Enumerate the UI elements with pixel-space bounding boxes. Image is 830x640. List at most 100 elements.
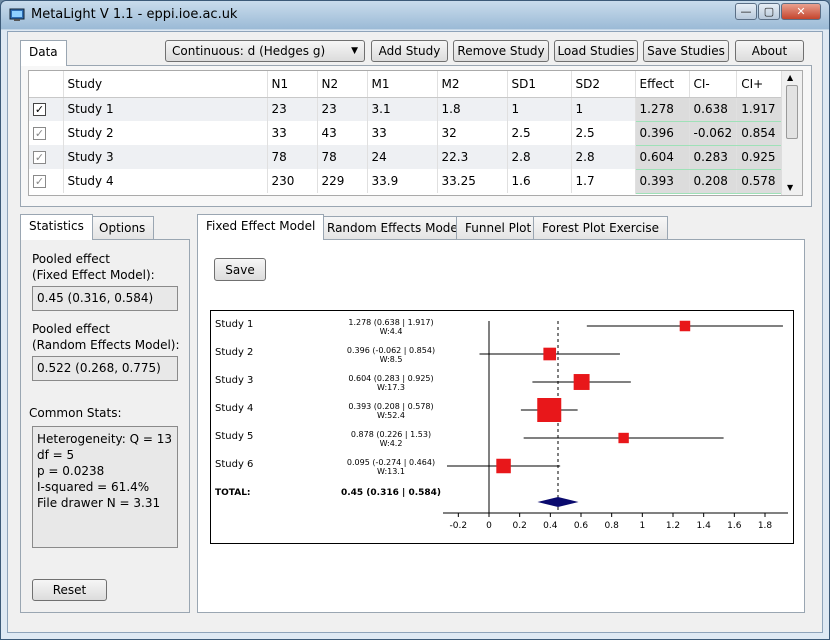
table-row[interactable]: ✓ Study 3 78 78 24 22.3 2.8 2.8 0.604 0.283 0.925 xyxy=(29,145,783,170)
column-header-4[interactable]: M1 xyxy=(367,71,438,98)
p-value-text: p = 0.0238 xyxy=(37,464,105,478)
grid-cell[interactable]: 2.5 xyxy=(507,121,572,145)
tab-statistics[interactable]: Statistics xyxy=(20,214,93,240)
table-row[interactable]: ✓ Study 1 23 23 3.1 1.8 1 1 1.278 0.638 1.917 xyxy=(29,97,783,122)
grid-cell: 0.854 xyxy=(736,121,783,146)
pooled-fixed-value: 0.45 (0.316, 0.584) xyxy=(32,286,178,311)
column-header-10[interactable]: CI+ xyxy=(736,71,783,98)
save-plot-button[interactable]: Save xyxy=(214,258,266,281)
forest-plot-svg: Study 1 1.278 (0.638 | 1.917)W:4.4 Study 2… xyxy=(215,318,788,531)
grid-cell[interactable]: 32 xyxy=(437,121,508,145)
study-weight-text: W:13.1 xyxy=(377,467,405,476)
statistics-panel: Pooled effect (Fixed Effect Model): 0.45… xyxy=(20,239,190,613)
row-checkbox-cell: ✓ xyxy=(29,121,64,145)
grid-cell[interactable]: 2.5 xyxy=(571,121,636,145)
grid-cell[interactable]: 22.3 xyxy=(437,145,508,169)
study-table: Study N1 N2 M1 M2 SD1 SD2 Effect CI- CI+ ✓ Study 1… xyxy=(29,71,783,194)
grid-cell[interactable]: 33.9 xyxy=(367,169,438,193)
grid-cell: 0.638 xyxy=(689,97,738,122)
study-weight-text: W:4.4 xyxy=(380,327,403,336)
x-tick-label: 0 xyxy=(486,521,492,531)
column-header-9[interactable]: CI- xyxy=(689,71,738,98)
column-header-2[interactable]: N1 xyxy=(267,71,318,98)
x-tick-label: 0.2 xyxy=(513,521,527,531)
load-studies-button[interactable]: Load Studies xyxy=(554,40,638,62)
grid-cell[interactable]: 78 xyxy=(267,145,318,169)
grid-cell[interactable]: 1.7 xyxy=(571,169,636,193)
remove-study-button[interactable]: Remove Study xyxy=(453,40,549,62)
grid-cell[interactable]: 1 xyxy=(571,97,636,121)
chevron-down-icon: ▼ xyxy=(351,46,358,56)
grid-cell[interactable]: 23 xyxy=(267,97,318,121)
grid-cell[interactable]: 43 xyxy=(317,121,368,145)
column-header-1[interactable]: Study xyxy=(63,71,268,98)
x-tick-label: 1.4 xyxy=(697,521,712,531)
column-header-5[interactable]: M2 xyxy=(437,71,508,98)
study-weight-text: W:4.2 xyxy=(380,439,403,448)
tab-fixed-effect-model[interactable]: Fixed Effect Model xyxy=(197,214,325,240)
grid-cell[interactable]: 33 xyxy=(367,121,438,145)
total-label: TOTAL: xyxy=(215,488,251,498)
grid-cell[interactable]: 1 xyxy=(507,97,572,121)
grid-scrollbar[interactable]: ▲ ▼ xyxy=(781,71,802,195)
grid-cell[interactable]: Study 4 xyxy=(63,169,268,193)
grid-cell[interactable]: 33.25 xyxy=(437,169,508,193)
grid-cell[interactable]: 229 xyxy=(317,169,368,193)
include-checkbox[interactable]: ✓ xyxy=(33,127,46,140)
grid-cell[interactable]: 230 xyxy=(267,169,318,193)
study-weight-text: W:52.4 xyxy=(377,411,405,420)
column-header-6[interactable]: SD1 xyxy=(507,71,572,98)
minimize-button[interactable]: — xyxy=(735,3,757,20)
tab-data[interactable]: Data xyxy=(20,40,67,66)
client-area: Data Continuous: d (Hedges g) ▼ Add Stud… xyxy=(7,31,823,633)
grid-cell[interactable]: Study 1 xyxy=(63,97,268,121)
grid-cell[interactable]: 78 xyxy=(317,145,368,169)
grid-cell: 0.578 xyxy=(736,169,783,194)
tab-forest-plot-exercise[interactable]: Forest Plot Exercise xyxy=(533,216,669,240)
study-grid[interactable]: Study N1 N2 M1 M2 SD1 SD2 Effect CI- CI+ ✓ Study 1… xyxy=(28,70,803,196)
grid-cell[interactable]: Study 2 xyxy=(63,121,268,145)
grid-cell[interactable]: 1.8 xyxy=(437,97,508,121)
grid-cell[interactable]: 23 xyxy=(317,97,368,121)
title-bar[interactable]: MetaLight V 1.1 - eppi.ioe.ac.uk — ▢ ✕ xyxy=(1,1,829,29)
grid-cell[interactable]: 2.8 xyxy=(507,145,572,169)
grid-cell[interactable]: 1.6 xyxy=(507,169,572,193)
tab-funnel-plot[interactable]: Funnel Plot xyxy=(456,216,541,240)
include-checkbox[interactable]: ✓ xyxy=(33,175,46,188)
window-title: MetaLight V 1.1 - eppi.ioe.ac.uk xyxy=(31,7,238,22)
maximize-button[interactable]: ▢ xyxy=(758,3,780,20)
about-button[interactable]: About xyxy=(735,40,804,62)
tab-options[interactable]: Options xyxy=(90,216,155,240)
tab-random-effects-model[interactable]: Random Effects Model xyxy=(318,216,471,240)
common-stats-label: Common Stats: xyxy=(29,406,122,420)
column-header-8[interactable]: Effect xyxy=(635,71,690,98)
i-squared-text: I-squared = 61.4% xyxy=(37,480,150,494)
forest-plot: Study 1 1.278 (0.638 | 1.917) W:4.4 Study 2… xyxy=(210,310,794,544)
outcome-type-select[interactable]: Continuous: d (Hedges g) ▼ xyxy=(165,40,365,62)
column-header-7[interactable]: SD2 xyxy=(571,71,636,98)
column-header-3[interactable]: N2 xyxy=(317,71,368,98)
close-button[interactable]: ✕ xyxy=(781,3,821,20)
scroll-thumb[interactable] xyxy=(786,85,798,139)
effect-marker xyxy=(537,398,562,422)
grid-cell[interactable]: 2.8 xyxy=(571,145,636,169)
grid-cell[interactable]: 33 xyxy=(267,121,318,145)
study-ci-text: 0.095 (-0.274 | 0.464) xyxy=(347,458,435,467)
pooled-random-label: Pooled effect xyxy=(32,322,110,336)
x-tick-label: 0.4 xyxy=(543,521,558,531)
reset-button[interactable]: Reset xyxy=(32,579,107,601)
include-checkbox[interactable]: ✓ xyxy=(33,103,46,117)
grid-cell[interactable]: Study 3 xyxy=(63,145,268,169)
add-study-button[interactable]: Add Study xyxy=(371,40,448,62)
study-label: Study 4 xyxy=(215,403,253,414)
column-header-0[interactable] xyxy=(29,71,64,98)
scroll-up-icon[interactable]: ▲ xyxy=(787,73,793,82)
include-checkbox[interactable]: ✓ xyxy=(33,151,46,164)
grid-cell[interactable]: 3.1 xyxy=(367,97,438,121)
scroll-down-icon[interactable]: ▼ xyxy=(787,183,793,192)
save-studies-button[interactable]: Save Studies xyxy=(643,40,729,62)
study-ci-text: 0.396 (-0.062 | 0.854) xyxy=(347,346,435,355)
table-row[interactable]: ✓ Study 2 33 43 33 32 2.5 2.5 0.396 -0.062 0.854 xyxy=(29,121,783,146)
table-row[interactable]: ✓ Study 4 230 229 33.9 33.25 1.6 1.7 0.393 0.208 0… xyxy=(29,169,783,194)
grid-cell[interactable]: 24 xyxy=(367,145,438,169)
